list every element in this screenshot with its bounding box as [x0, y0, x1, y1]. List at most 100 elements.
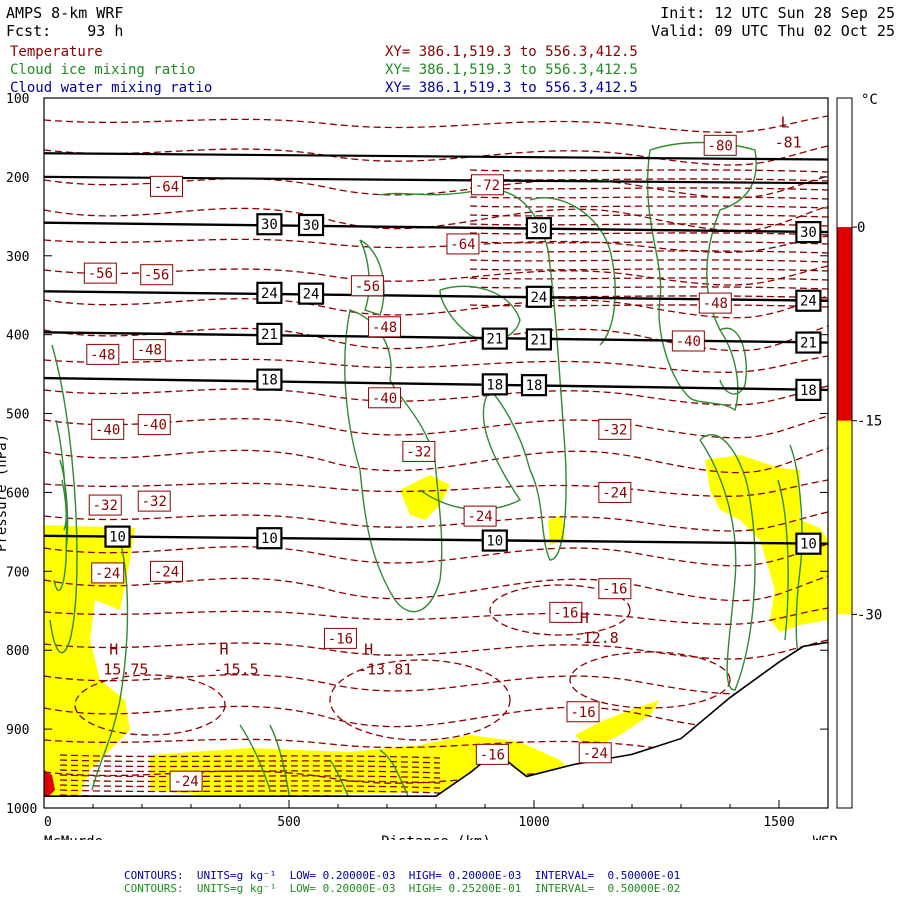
isentrope-label: 24: [297, 282, 325, 305]
isentrope-label: 21: [481, 327, 508, 350]
colorbar-band: [837, 420, 852, 615]
temperature-label: -64: [446, 233, 480, 255]
y-tick-label: 700: [6, 565, 29, 580]
y-tick-label: 100: [6, 92, 29, 107]
temperature-label-text: -32: [406, 444, 431, 460]
isentrope-label-text: 18: [261, 373, 278, 389]
colorbar-tick-label: -30: [857, 607, 882, 623]
temperature-label: -56: [350, 275, 384, 297]
temperature-label-text: -24: [602, 485, 627, 501]
extremum-marker: H: [109, 640, 118, 658]
extremum-marker: H: [220, 640, 229, 658]
temperature-label-text: -40: [95, 422, 120, 438]
temperature-label-text: -48: [137, 343, 162, 359]
isentrope-label-text: 21: [800, 336, 817, 352]
right-endpoint-label: WSD: [813, 834, 838, 840]
temperature-label: -16: [323, 627, 357, 649]
temperature-label: -24: [463, 505, 497, 527]
temperature-label-text: -16: [480, 747, 505, 763]
temperature-label: -72: [470, 174, 504, 196]
temperature-label: -40: [137, 414, 171, 436]
y-tick-label: 800: [6, 644, 29, 659]
isentrope-label-text: 21: [530, 332, 547, 348]
temperature-label: -16: [549, 601, 583, 623]
temperature-label-text: -64: [450, 237, 475, 253]
colorbar-tick-label: 0: [857, 220, 865, 236]
colorbar-unit: °C: [861, 92, 878, 108]
isentrope-label: 21: [256, 322, 283, 345]
temperature-label: -24: [578, 742, 612, 764]
temperature-label: -32: [88, 494, 122, 516]
extremum-value: -12.8: [574, 629, 619, 647]
isentrope-label: 18: [481, 373, 508, 396]
extremum-marker: H: [580, 609, 589, 627]
colorbar-band: [837, 227, 852, 421]
temperature-label: -32: [137, 490, 171, 512]
isentrope-label: 30: [525, 217, 553, 240]
y-tick-label: 400: [6, 329, 29, 344]
isentrope-label: 10: [795, 532, 822, 555]
y-axis-label: Pressure (hPa): [0, 434, 10, 552]
extremum-value: -81: [775, 133, 802, 151]
temperature-label-text: -80: [708, 138, 733, 154]
isentrope-label-text: 10: [261, 531, 278, 547]
isentrope-label-text: 18: [526, 378, 543, 394]
temperature-label-text: -56: [355, 279, 380, 295]
extremum-value: -13.81: [358, 660, 412, 678]
isentrope-label: 24: [795, 289, 822, 312]
isentrope-label-text: 21: [261, 327, 278, 343]
isentrope-label: 10: [256, 527, 283, 550]
extremum-marker: H: [364, 640, 373, 658]
temperature-label: -16: [566, 701, 600, 723]
temperature-label-text: -24: [95, 566, 120, 582]
isentrope-label: 21: [795, 331, 822, 354]
isentrope-label-text: 10: [109, 530, 126, 546]
temperature-label-text: -40: [676, 334, 701, 350]
y-tick-label: 500: [6, 408, 29, 423]
extremum-marker: L: [781, 113, 790, 131]
temperature-label-text: -72: [475, 178, 500, 194]
temperature-label: -24: [91, 562, 125, 584]
colorbar-band: [837, 614, 852, 808]
temperature-label-text: -16: [570, 705, 595, 721]
temperature-label-text: -24: [154, 564, 179, 580]
temperature-label: -56: [140, 264, 174, 286]
isentrope-label-text: 30: [303, 218, 320, 234]
isentrope-label: 18: [795, 378, 822, 401]
colorbar: °C 0 -15 -30: [836, 92, 882, 809]
isentrope-label-text: 18: [486, 377, 503, 393]
temperature-label-text: -40: [372, 391, 397, 407]
isentrope-label: 18: [520, 374, 548, 397]
y-tick-label: 900: [6, 723, 29, 738]
left-endpoint-label: McMurdo: [44, 834, 103, 840]
temperature-label: -24: [169, 770, 203, 792]
footer-contours-water: CONTOURS: UNITS=g kg⁻¹ LOW= 0.20000E-03 …: [124, 869, 681, 882]
y-tick-label: 300: [6, 250, 29, 265]
temperature-label: -48: [698, 292, 732, 314]
temperature-label-text: -48: [703, 296, 728, 312]
isentrope-label-text: 30: [530, 221, 547, 237]
isentrope-label-text: 18: [800, 383, 817, 399]
temperature-label-text: -40: [142, 418, 167, 434]
footer-contours-ice: CONTOURS: UNITS=g kg⁻¹ LOW= 0.20000E-03 …: [124, 882, 681, 895]
isentrope-label: 18: [256, 368, 283, 391]
isentrope-label: 10: [104, 525, 131, 548]
y-tick-label: 200: [6, 171, 29, 186]
temperature-label: -80: [703, 134, 737, 156]
x-tick-label: 1000: [518, 815, 549, 830]
temperature-label-text: -16: [602, 582, 627, 598]
extremum-value: -15.5: [214, 660, 259, 678]
colorbar-tick-label: -15: [857, 414, 882, 430]
temperature-label: -48: [368, 316, 402, 338]
extremum-value: 15.75: [103, 660, 148, 678]
temperature-label-text: -48: [372, 320, 397, 336]
isentrope-label-text: 24: [530, 290, 547, 306]
x-tick-label: 500: [277, 815, 300, 830]
temperature-label-text: -56: [144, 268, 169, 284]
temperature-label-text: -16: [553, 605, 578, 621]
isentrope-label-text: 10: [800, 537, 817, 553]
temperature-label: -16: [475, 743, 509, 765]
x-tick-label: 1500: [763, 815, 794, 830]
temperature-label-text: -48: [90, 347, 115, 363]
temperature-label-text: -32: [142, 494, 167, 510]
